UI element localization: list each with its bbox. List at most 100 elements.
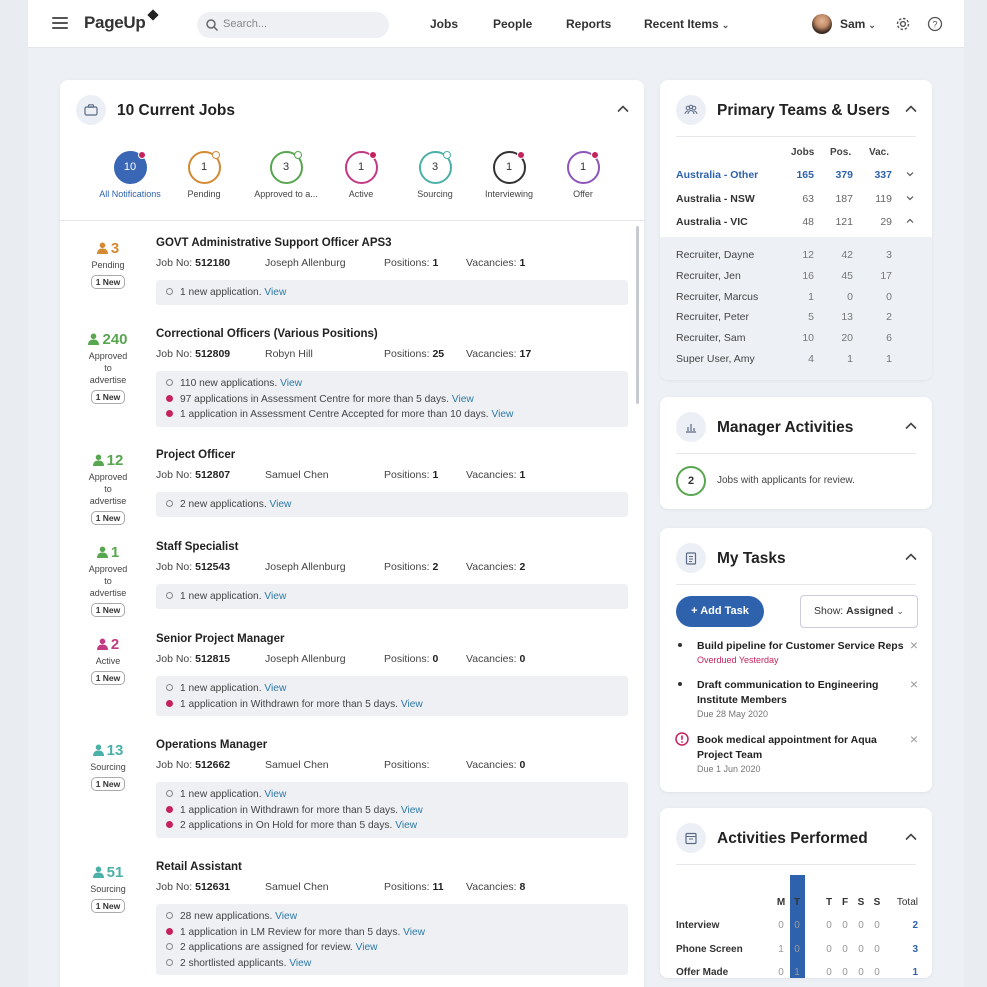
job-positions: Positions: 25 <box>384 348 444 360</box>
activity-total[interactable]: 2 <box>888 920 918 931</box>
applicant-count[interactable]: 2 <box>84 636 132 653</box>
applicant-count[interactable]: 1 <box>84 544 132 561</box>
job-notification: 2 new applications. View <box>166 497 618 513</box>
search-input[interactable]: Search... <box>197 12 389 38</box>
view-link[interactable]: View <box>452 394 474 405</box>
chevron-up-icon[interactable] <box>904 830 918 844</box>
recruiter-name[interactable]: Joseph Allenburg <box>265 561 346 573</box>
notification-filter[interactable]: 1 Pending <box>166 151 242 199</box>
recruiter-name[interactable]: Samuel Chen <box>265 469 329 481</box>
show-filter-select[interactable]: Show: Assigned ⌄ <box>800 595 918 628</box>
my-tasks-title: My Tasks <box>717 550 786 567</box>
user-menu[interactable]: Sam ⌄ <box>840 17 876 31</box>
activity-count: 0 <box>810 967 816 978</box>
new-badge[interactable]: 1 New <box>90 511 126 525</box>
applicant-count[interactable]: 3 <box>84 240 132 257</box>
activity-total[interactable]: 1 <box>888 967 918 978</box>
bullet-icon <box>678 643 682 647</box>
view-link[interactable]: View <box>264 287 286 298</box>
recruiter-name[interactable]: Joseph Allenburg <box>265 257 346 269</box>
nav-recent-items[interactable]: Recent Items ⌄ <box>644 17 729 31</box>
job-title[interactable]: Correctional Officers (Various Positions… <box>156 328 378 340</box>
view-link[interactable]: View <box>280 378 302 389</box>
notification-count: 3 <box>431 161 439 173</box>
new-badge[interactable]: 1 New <box>90 899 126 913</box>
job-number-label: Job No: <box>156 561 193 573</box>
notification-filter[interactable]: 1 Active <box>323 151 399 199</box>
job-title[interactable]: Retail Assistant <box>156 861 242 873</box>
scrollbar[interactable] <box>636 226 639 404</box>
activity-name: Interview <box>676 920 720 931</box>
view-link[interactable]: View <box>395 820 417 831</box>
job-notification-text: 28 new applications. <box>180 911 273 922</box>
menu-icon[interactable] <box>52 17 68 32</box>
logo[interactable]: PageUp <box>84 9 159 33</box>
chevron-down-icon[interactable] <box>904 193 914 205</box>
close-icon[interactable]: × <box>910 732 918 746</box>
job-title[interactable]: Senior Project Manager <box>156 633 284 645</box>
new-badge[interactable]: 1 New <box>90 671 126 685</box>
job-notification-text: 1 new application. <box>180 683 262 694</box>
help-icon[interactable]: ? <box>927 16 943 32</box>
nav-reports[interactable]: Reports <box>566 17 611 31</box>
job-status: Active <box>95 656 121 666</box>
avatar[interactable] <box>812 14 832 34</box>
view-link[interactable]: View <box>264 789 286 800</box>
close-icon[interactable]: × <box>910 677 918 691</box>
new-badge[interactable]: 1 New <box>90 275 126 289</box>
recruiter-name[interactable]: Samuel Chen <box>265 881 329 893</box>
view-link[interactable]: View <box>270 499 292 510</box>
add-task-button[interactable]: + Add Task <box>676 596 764 627</box>
applicant-count[interactable]: 13 <box>84 742 132 759</box>
job-number-label: Job No: <box>156 881 193 893</box>
recruiter-name[interactable]: Joseph Allenburg <box>265 653 346 665</box>
nav-people[interactable]: People <box>493 17 532 31</box>
notification-filter[interactable]: 3 Approved to a... <box>248 151 324 199</box>
day-header: W <box>808 897 818 908</box>
new-badge[interactable]: 1 New <box>90 777 126 791</box>
activity-count: 1 <box>778 943 784 955</box>
chevron-up-icon[interactable] <box>904 102 918 116</box>
review-count-circle[interactable]: 2 <box>676 466 706 496</box>
info-dot-icon <box>166 943 173 950</box>
notification-filter[interactable]: 3 Sourcing <box>397 151 473 199</box>
activity-count: 0 <box>826 967 832 978</box>
gear-icon[interactable] <box>895 16 911 32</box>
applicant-count[interactable]: 51 <box>84 864 132 881</box>
notification-filter[interactable]: 1 Offer <box>545 151 621 199</box>
view-link[interactable]: View <box>401 805 423 816</box>
activity-count: 0 <box>778 967 784 978</box>
job-applicant-summary: 2 Active 1 New <box>84 636 132 686</box>
chevron-up-icon[interactable] <box>904 419 918 433</box>
new-badge[interactable]: 1 New <box>90 603 126 617</box>
notification-filter[interactable]: 1 Interviewing <box>471 151 547 199</box>
info-dot-icon <box>166 379 173 386</box>
recruiter-name[interactable]: Robyn Hill <box>265 348 313 360</box>
close-icon[interactable]: × <box>910 638 918 652</box>
chevron-up-icon[interactable] <box>616 102 630 116</box>
applicant-count[interactable]: 240 <box>84 331 132 348</box>
job-title[interactable]: GOVT Administrative Support Officer APS3 <box>156 237 392 249</box>
applicant-count[interactable]: 12 <box>84 452 132 469</box>
view-link[interactable]: View <box>401 699 423 710</box>
view-link[interactable]: View <box>275 911 297 922</box>
view-link[interactable]: View <box>403 927 425 938</box>
chevron-up-icon[interactable] <box>904 550 918 564</box>
chevron-down-icon[interactable] <box>904 169 914 181</box>
job-title[interactable]: Staff Specialist <box>156 541 238 553</box>
notification-filter[interactable]: 10 All Notifications <box>92 151 168 199</box>
view-link[interactable]: View <box>264 683 286 694</box>
job-applicant-summary: 3 Pending 1 New <box>84 240 132 290</box>
view-link[interactable]: View <box>491 409 513 420</box>
view-link[interactable]: View <box>356 942 378 953</box>
job-title[interactable]: Project Officer <box>156 449 235 461</box>
new-badge[interactable]: 1 New <box>90 390 126 404</box>
view-link[interactable]: View <box>264 591 286 602</box>
view-link[interactable]: View <box>289 958 311 969</box>
recruiter-name[interactable]: Samuel Chen <box>265 759 329 771</box>
chevron-up-icon[interactable] <box>904 216 914 228</box>
alert-icon <box>675 732 689 751</box>
job-title[interactable]: Operations Manager <box>156 739 267 751</box>
activity-total[interactable]: 3 <box>888 944 918 955</box>
nav-jobs[interactable]: Jobs <box>430 17 458 31</box>
